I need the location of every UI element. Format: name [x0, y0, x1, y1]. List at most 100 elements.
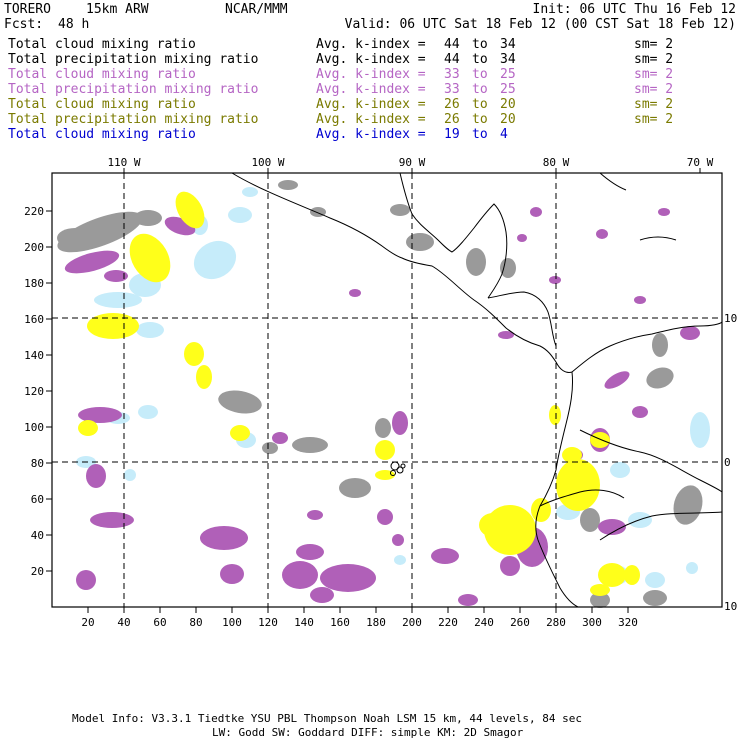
x-tick-label: 260 — [510, 616, 530, 629]
purple-cloud-patch — [282, 561, 318, 589]
yellow-cloud-patch — [230, 425, 250, 441]
legend-field: Total cloud mixing ratio — [8, 127, 196, 142]
legend-field: Total precipitation mixing ratio — [8, 112, 258, 127]
y-tick-label: 200 — [24, 241, 44, 254]
legend-sm: sm= 2 — [634, 37, 673, 52]
yellow-cloud-patch — [562, 447, 582, 463]
x-tick-label: 140 — [294, 616, 314, 629]
legend-to-word: to — [472, 37, 488, 52]
purple-cloud-patch — [320, 564, 376, 592]
legend-to-word: to — [472, 67, 488, 82]
gray-cloud-patch — [406, 233, 434, 251]
longitude-label: 80 W — [543, 156, 570, 169]
gray-cloud-patch — [390, 204, 410, 216]
legend-sm: sm= 2 — [634, 52, 673, 67]
purple-cloud-patch — [392, 411, 408, 435]
center-name: NCAR/MMM — [225, 2, 288, 17]
legend-to: 34 — [500, 37, 516, 52]
yellow-cloud-patch — [590, 432, 610, 448]
yellow-cloud-patch — [184, 342, 204, 366]
yellow-cloud-patch — [531, 498, 551, 522]
model-info: Model Info: V3.3.1 Tiedtke YSU PBL Thomp… — [72, 712, 582, 725]
x-tick-label: 100 — [222, 616, 242, 629]
legend-sm: sm= 2 — [634, 97, 673, 112]
legend-from: 26 — [444, 97, 460, 112]
legend-to: 25 — [500, 67, 516, 82]
legend-field: Total cloud mixing ratio — [8, 37, 196, 52]
y-tick-label: 20 — [31, 565, 44, 578]
yellow-cloud-patch — [375, 440, 395, 460]
x-tick-label: 120 — [258, 616, 278, 629]
gray-cloud-patch — [652, 333, 668, 357]
purple-cloud-patch — [377, 509, 393, 525]
yellow-cloud-patch — [87, 313, 139, 339]
gray-cloud-patch — [375, 418, 391, 438]
legend-to: 34 — [500, 52, 516, 67]
longitude-label: 90 W — [399, 156, 426, 169]
gray-cloud-patch — [278, 180, 298, 190]
purple-cloud-patch — [349, 289, 361, 297]
init-time: Init: 06 UTC Thu 16 Feb 12 — [533, 2, 737, 17]
x-tick-label: 20 — [81, 616, 94, 629]
model-resolution: 15km ARW — [86, 2, 149, 17]
gray-cloud-patch — [262, 442, 278, 454]
legend-index: Avg. k-index = — [316, 67, 426, 82]
legend-from: 44 — [444, 37, 460, 52]
yellow-cloud-patch — [479, 513, 507, 537]
lightblue-cloud-patch — [136, 322, 164, 338]
gray-cloud-patch — [57, 228, 93, 248]
yellow-cloud-patch — [556, 459, 600, 511]
y-tick-label: 220 — [24, 205, 44, 218]
purple-cloud-patch — [220, 564, 244, 584]
purple-cloud-patch — [549, 276, 561, 284]
y-tick-label: 40 — [31, 529, 44, 542]
lightblue-cloud-patch — [242, 187, 258, 197]
legend-index: Avg. k-index = — [316, 112, 426, 127]
longitude-label: 70 W — [687, 156, 714, 169]
x-tick-label: 220 — [438, 616, 458, 629]
purple-cloud-patch — [632, 406, 648, 418]
purple-cloud-patch — [458, 594, 478, 606]
latitude-label: 0 — [724, 456, 731, 469]
gray-cloud-patch — [339, 478, 371, 498]
purple-cloud-patch — [76, 570, 96, 590]
x-tick-label: 280 — [546, 616, 566, 629]
legend-index: Avg. k-index = — [316, 82, 426, 97]
latitude-label: 10 S — [724, 600, 740, 613]
longitude-label: 100 W — [251, 156, 284, 169]
purple-cloud-patch — [500, 556, 520, 576]
purple-cloud-patch — [634, 296, 646, 304]
x-tick-label: 240 — [474, 616, 494, 629]
purple-cloud-patch — [517, 234, 527, 242]
yellow-cloud-patch — [590, 584, 610, 596]
x-tick-label: 180 — [366, 616, 386, 629]
legend-from: 19 — [444, 127, 460, 142]
valid-time: Valid: 06 UTC Sat 18 Feb 12 (00 CST Sat … — [345, 17, 736, 32]
purple-cloud-patch — [530, 207, 542, 217]
lightblue-cloud-patch — [645, 572, 665, 588]
yellow-cloud-patch — [624, 565, 640, 585]
x-tick-label: 60 — [153, 616, 166, 629]
forecast-figure: TORERO 15km ARW NCAR/MMM Init: 06 UTC Th… — [4, 2, 740, 739]
lightblue-cloud-patch — [690, 412, 710, 448]
legend-sm: sm= 2 — [634, 112, 673, 127]
legend-to: 4 — [500, 127, 508, 142]
gray-cloud-patch — [500, 258, 516, 278]
yellow-cloud-patch — [549, 405, 561, 425]
gray-cloud-patch — [643, 590, 667, 606]
latitude-label: 10 N — [724, 312, 740, 325]
longitude-label: 110 W — [107, 156, 140, 169]
legend-to: 25 — [500, 82, 516, 97]
x-tick-label: 200 — [402, 616, 422, 629]
y-tick-label: 120 — [24, 385, 44, 398]
legend-to-word: to — [472, 97, 488, 112]
legend-to-word: to — [472, 127, 488, 142]
legend-to-word: to — [472, 52, 488, 67]
legend-field: Total precipitation mixing ratio — [8, 82, 258, 97]
x-tick-label: 160 — [330, 616, 350, 629]
model-name: TORERO — [4, 2, 51, 17]
purple-cloud-patch — [90, 512, 134, 528]
x-tick-label: 320 — [618, 616, 638, 629]
purple-cloud-patch — [431, 548, 459, 564]
legend-from: 26 — [444, 112, 460, 127]
